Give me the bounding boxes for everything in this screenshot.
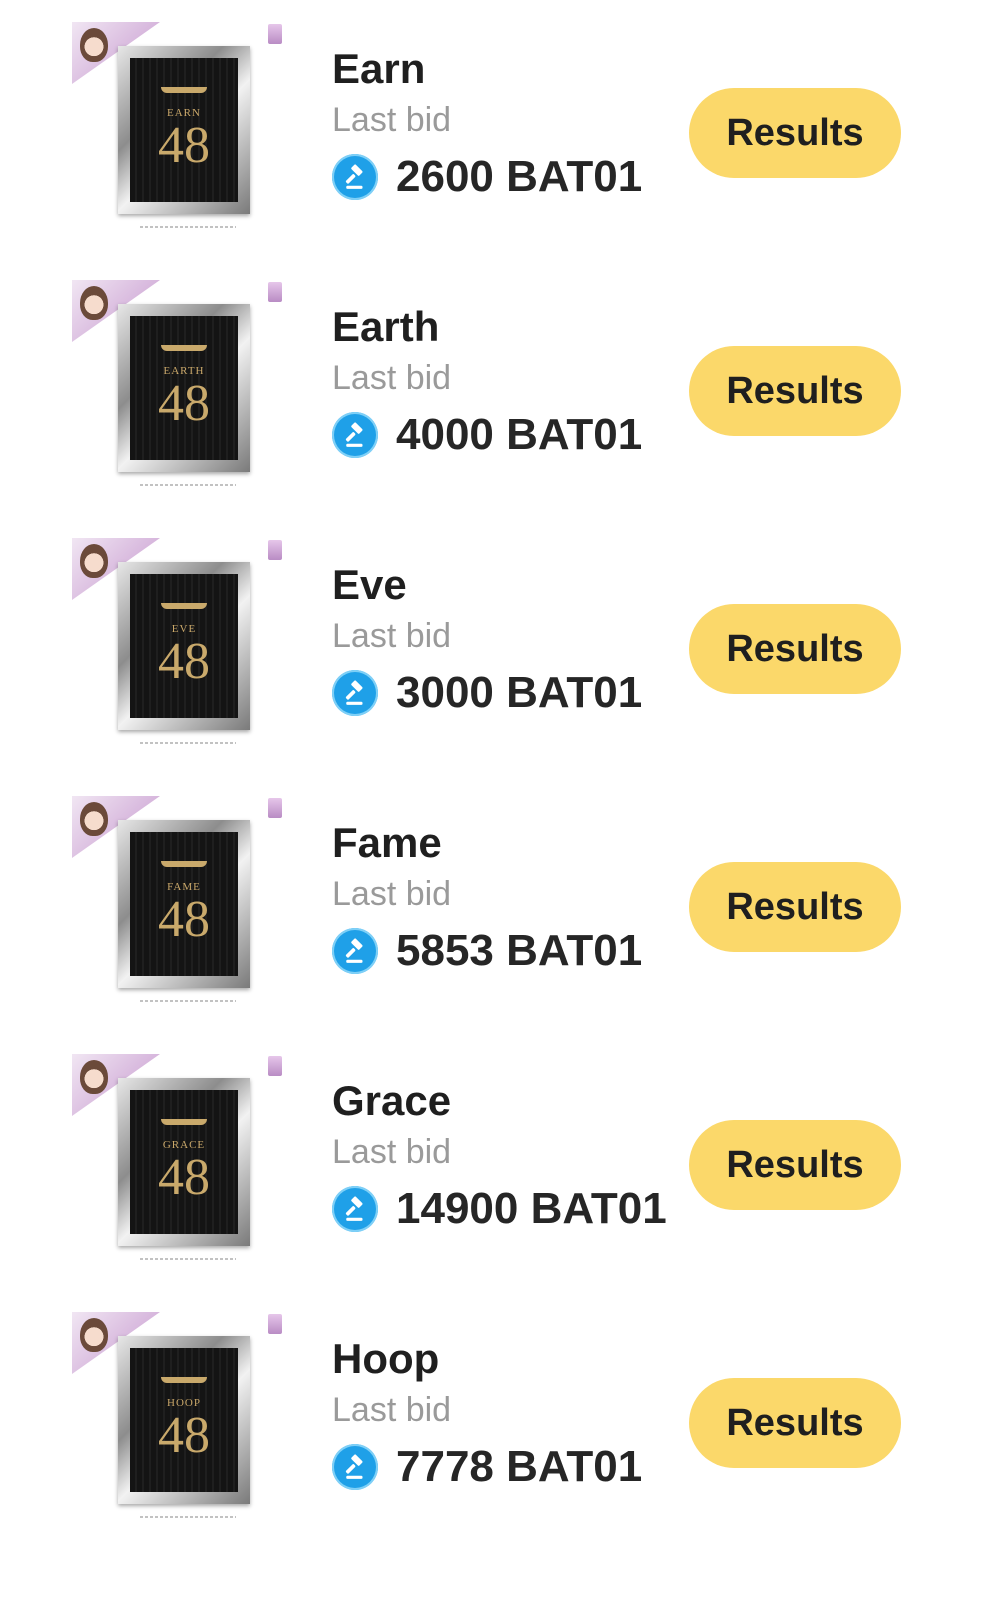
brand-badge-icon	[268, 1056, 282, 1076]
jersey-frame: HOOP 48	[118, 1336, 250, 1504]
last-bid-label: Last bid	[332, 875, 452, 913]
bid-row: 14900 BAT01	[332, 1184, 667, 1234]
jersey-number: 48	[158, 117, 210, 174]
gavel-icon	[332, 1444, 378, 1490]
last-bid-label: Last bid	[332, 359, 452, 397]
image-caption	[140, 226, 236, 228]
item-name: Earn	[332, 45, 426, 92]
brand-badge-icon	[268, 540, 282, 560]
results-button[interactable]: Results	[689, 88, 901, 178]
jersey-image: FAME 48	[130, 832, 238, 976]
results-button[interactable]: Results	[689, 346, 901, 436]
image-caption	[140, 484, 236, 486]
brand-badge-icon	[268, 1314, 282, 1334]
item-name: Fame	[332, 819, 442, 866]
last-bid-label: Last bid	[332, 101, 452, 139]
bid-row: 2600 BAT01	[332, 152, 642, 202]
item-info: Eve Last bid 3000 BAT01	[332, 560, 642, 718]
bid-row: 3000 BAT01	[332, 668, 642, 718]
item-info: Earn Last bid 2600 BAT01	[332, 44, 642, 202]
jersey-thumbnail[interactable]: EARN 48	[72, 22, 292, 242]
gavel-icon	[332, 670, 378, 716]
bid-row: 4000 BAT01	[332, 410, 642, 460]
auction-item: EARN 48 Earn Last bid 2600 BAT01 Results	[0, 0, 994, 250]
jersey-image: HOOP 48	[130, 1348, 238, 1492]
jersey-thumbnail[interactable]: HOOP 48	[72, 1312, 292, 1532]
item-name: Earth	[332, 303, 440, 350]
jersey-thumbnail[interactable]: GRACE 48	[72, 1054, 292, 1274]
jersey-thumbnail[interactable]: EVE 48	[72, 538, 292, 758]
last-bid-amount: 7778 BAT01	[396, 1442, 643, 1491]
gavel-icon	[332, 1186, 378, 1232]
auction-item: EARTH 48 Earth Last bid 4000 BAT01 Resul…	[0, 258, 994, 508]
jersey-frame: EARN 48	[118, 46, 250, 214]
jersey-number: 48	[158, 375, 210, 432]
jersey-frame: GRACE 48	[118, 1078, 250, 1246]
item-name: Eve	[332, 561, 407, 608]
image-caption	[140, 1258, 236, 1260]
auction-item: FAME 48 Fame Last bid 5853 BAT01 Results	[0, 774, 994, 1024]
last-bid-label: Last bid	[332, 1391, 452, 1429]
jersey-image: EARN 48	[130, 58, 238, 202]
jersey-image: GRACE 48	[130, 1090, 238, 1234]
results-button[interactable]: Results	[689, 1378, 901, 1468]
item-name: Grace	[332, 1077, 452, 1124]
last-bid-amount: 14900 BAT01	[396, 1184, 667, 1233]
auction-item: EVE 48 Eve Last bid 3000 BAT01 Results	[0, 516, 994, 766]
results-button[interactable]: Results	[689, 862, 901, 952]
auction-results-list: EARN 48 Earn Last bid 2600 BAT01 Results	[0, 0, 994, 1600]
last-bid-amount: 3000 BAT01	[396, 668, 643, 717]
jersey-number: 48	[158, 1407, 210, 1464]
results-button[interactable]: Results	[689, 1120, 901, 1210]
jersey-number: 48	[158, 1149, 210, 1206]
item-info: Earth Last bid 4000 BAT01	[332, 302, 642, 460]
bid-row: 5853 BAT01	[332, 926, 642, 976]
item-info: Grace Last bid 14900 BAT01	[332, 1076, 667, 1234]
jersey-frame: EVE 48	[118, 562, 250, 730]
brand-badge-icon	[268, 798, 282, 818]
last-bid-amount: 2600 BAT01	[396, 152, 643, 201]
brand-badge-icon	[268, 282, 282, 302]
image-caption	[140, 1000, 236, 1002]
bid-row: 7778 BAT01	[332, 1442, 642, 1492]
last-bid-amount: 4000 BAT01	[396, 410, 643, 459]
jersey-thumbnail[interactable]: FAME 48	[72, 796, 292, 1016]
auction-item: GRACE 48 Grace Last bid 14900 BAT01 Resu…	[0, 1032, 994, 1282]
item-info: Fame Last bid 5853 BAT01	[332, 818, 642, 976]
jersey-image: EARTH 48	[130, 316, 238, 460]
brand-badge-icon	[268, 24, 282, 44]
item-name: Hoop	[332, 1335, 440, 1382]
jersey-number: 48	[158, 633, 210, 690]
image-caption	[140, 742, 236, 744]
gavel-icon	[332, 154, 378, 200]
image-caption	[140, 1516, 236, 1518]
auction-item: HOOP 48 Hoop Last bid 7778 BAT01 Results	[0, 1290, 994, 1540]
gavel-icon	[332, 928, 378, 974]
gavel-icon	[332, 412, 378, 458]
jersey-number: 48	[158, 891, 210, 948]
last-bid-label: Last bid	[332, 617, 452, 655]
last-bid-label: Last bid	[332, 1133, 452, 1171]
results-button[interactable]: Results	[689, 604, 901, 694]
jersey-image: EVE 48	[130, 574, 238, 718]
last-bid-amount: 5853 BAT01	[396, 926, 643, 975]
jersey-thumbnail[interactable]: EARTH 48	[72, 280, 292, 500]
jersey-frame: FAME 48	[118, 820, 250, 988]
jersey-frame: EARTH 48	[118, 304, 250, 472]
item-info: Hoop Last bid 7778 BAT01	[332, 1334, 642, 1492]
